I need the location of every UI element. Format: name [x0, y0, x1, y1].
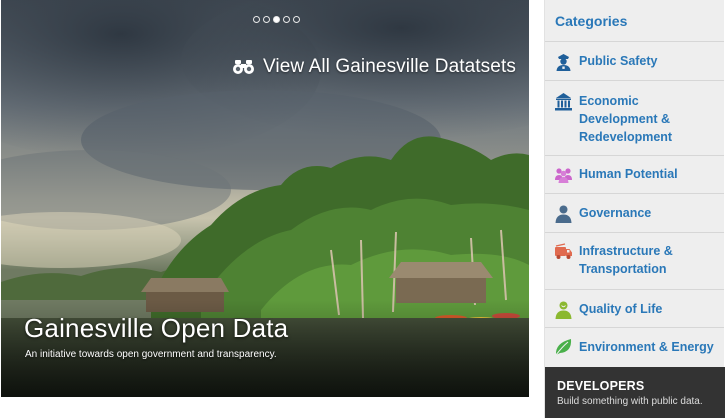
person-icon	[555, 205, 572, 223]
category-label: Public Safety	[579, 54, 658, 68]
police-officer-icon	[556, 54, 571, 71]
category-label: Economic Development & Redevelopment	[579, 94, 673, 144]
category-label: Human Potential	[579, 167, 678, 181]
category-label: Quality of Life	[579, 302, 663, 316]
hero-title: Gainesville Open Data	[24, 313, 289, 343]
carousel-dot[interactable]	[283, 16, 290, 23]
category-quality-of-life[interactable]: Quality of Life	[545, 290, 724, 328]
carousel-dots	[253, 16, 300, 23]
carousel-dot[interactable]	[293, 16, 300, 23]
people-group-icon	[555, 168, 572, 183]
category-label: Environment & Energy	[579, 340, 714, 354]
carousel-dot[interactable]	[273, 16, 280, 23]
category-environment[interactable]: Environment & Energy	[545, 328, 724, 366]
category-public-safety[interactable]: Public Safety	[545, 42, 724, 81]
carousel-dot[interactable]	[253, 16, 260, 23]
category-label: Infrastructure & Transportation	[579, 244, 673, 276]
categories-header: Categories	[545, 0, 724, 42]
binoculars-icon	[233, 60, 254, 74]
hero-banner[interactable]: View All Gainesville Datatsets Gainesvil…	[1, 0, 529, 397]
category-governance[interactable]: Governance	[545, 194, 724, 233]
developers-panel[interactable]: DEVELOPERS Build something with public d…	[545, 367, 725, 418]
category-economic-development[interactable]: Economic Development & Redevelopment	[545, 81, 724, 156]
category-label: Governance	[579, 206, 652, 220]
fire-truck-icon	[555, 243, 572, 259]
categories-sidebar: Categories Public Safety Economic Develo…	[544, 0, 725, 418]
developers-subtitle: Build something with public data.	[557, 396, 703, 407]
view-all-label: View All Gainesville Datatsets	[263, 56, 516, 77]
person-smile-icon	[555, 301, 572, 319]
government-building-icon	[555, 93, 572, 111]
category-human-potential[interactable]: Human Potential	[545, 156, 724, 194]
category-infrastructure[interactable]: Infrastructure & Transportation	[545, 233, 724, 290]
carousel-dot[interactable]	[263, 16, 270, 23]
leaf-icon	[555, 339, 572, 356]
view-all-datasets-link[interactable]: View All Gainesville Datatsets	[233, 54, 516, 80]
developers-title: DEVELOPERS	[557, 379, 645, 393]
hero-subtitle: An initiative towards open government an…	[25, 349, 277, 360]
